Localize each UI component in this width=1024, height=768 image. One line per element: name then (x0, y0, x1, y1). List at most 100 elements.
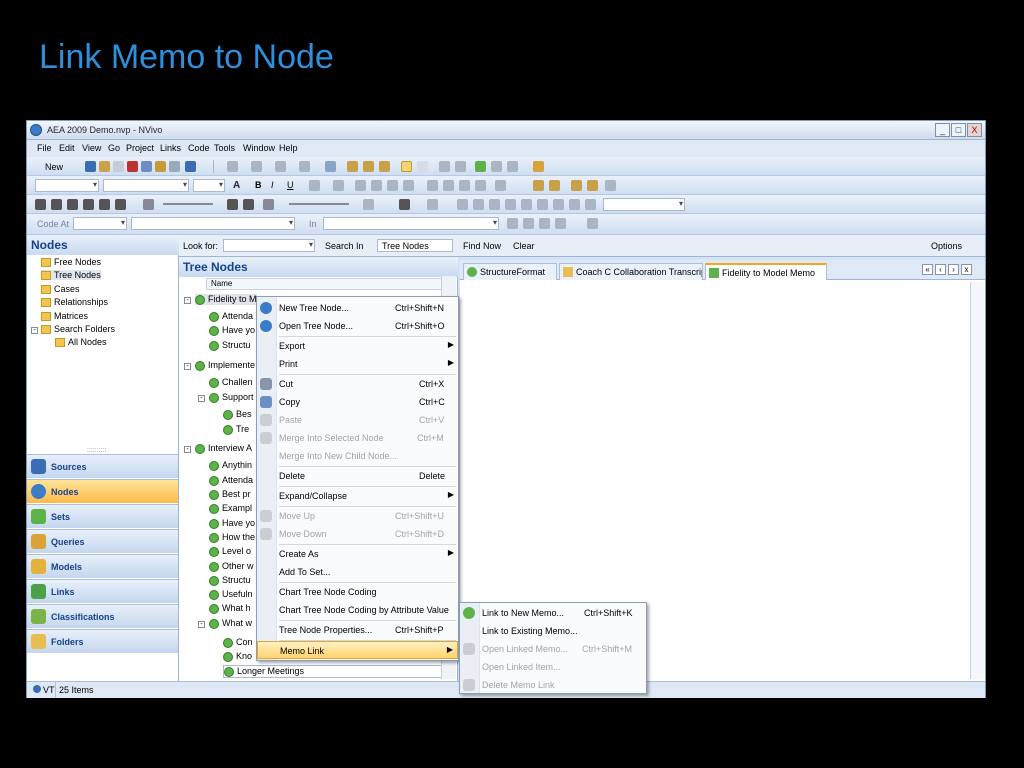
tree-row-editing[interactable]: Longer Meetings (223, 665, 453, 678)
fill-icon[interactable] (333, 180, 344, 191)
tree-row[interactable]: Fidelity to M (195, 294, 257, 305)
minimize-button[interactable]: _ (935, 123, 950, 137)
node-icon[interactable] (475, 161, 486, 172)
search-icon[interactable] (455, 161, 466, 172)
tree-row[interactable]: Anythin (209, 460, 252, 471)
relationship-icon[interactable] (363, 161, 374, 172)
code-in-vivo-toolbar-icon[interactable] (539, 218, 550, 229)
report-icon[interactable] (379, 161, 390, 172)
menu-export[interactable]: Export ▶ (257, 337, 458, 355)
sort-icon[interactable] (299, 161, 310, 172)
options-button[interactable]: Options (931, 241, 962, 251)
submenu-open-linked-memo[interactable]: Open Linked Memo... Ctrl+Shift+M (460, 640, 646, 658)
workspace-links[interactable]: Links (27, 579, 178, 603)
grid-icon-7[interactable] (553, 199, 564, 210)
menu-expand-collapse[interactable]: Expand/Collapse ▶ (257, 487, 458, 505)
submenu-link-new-memo[interactable]: Link to New Memo... Ctrl+Shift+K (460, 604, 646, 622)
tab-prev-button[interactable]: ‹ (935, 264, 946, 275)
link-icon[interactable] (491, 161, 502, 172)
layout-combo[interactable] (603, 198, 685, 211)
tree-row[interactable]: Bes (223, 409, 252, 420)
zoom-icon[interactable] (275, 161, 286, 172)
tree-row[interactable]: Interview A (195, 443, 252, 454)
menu-add-to-set[interactable]: Add To Set... (257, 563, 458, 581)
find-icon[interactable] (439, 161, 450, 172)
workspace-nodes[interactable]: Nodes (27, 479, 178, 503)
look-for-input[interactable] (223, 239, 315, 252)
cut-icon[interactable] (127, 161, 138, 172)
code-in-vivo-icon[interactable] (571, 180, 582, 191)
undo-icon[interactable] (185, 161, 196, 172)
splitter-grip[interactable]: :::::::::: (87, 447, 106, 454)
menu-paste[interactable]: Paste Ctrl+V (257, 411, 458, 429)
justify-icon[interactable] (403, 180, 414, 191)
collapse-icon[interactable]: - (184, 446, 191, 453)
uncode-icon[interactable] (549, 180, 560, 191)
grid-icon-8[interactable] (569, 199, 580, 210)
tree-row[interactable]: What h (209, 603, 251, 614)
tree-row[interactable]: What w (209, 618, 252, 629)
bar-chart-icon[interactable] (533, 161, 544, 172)
new-button[interactable]: New (45, 162, 63, 172)
menu-chart-coding-attribute[interactable]: Chart Tree Node Coding by Attribute Valu… (257, 601, 458, 619)
workspace-classifications[interactable]: Classifications (27, 604, 178, 628)
menu-memo-link[interactable]: Memo Link ▶ (257, 641, 458, 659)
uncode-selection-icon[interactable] (587, 218, 598, 229)
column-header-name[interactable]: Name (206, 278, 456, 290)
workspace-folders[interactable]: Folders (27, 629, 178, 653)
menu-properties[interactable]: Tree Node Properties... Ctrl+Shift+P (257, 621, 458, 639)
style-combo[interactable] (35, 179, 99, 192)
list-view-icon[interactable] (227, 161, 238, 172)
clear-button[interactable]: Clear (513, 241, 535, 251)
document-scrollbar[interactable] (970, 282, 984, 679)
bold-icon[interactable]: B (255, 180, 262, 190)
print-icon[interactable] (113, 161, 124, 172)
size-combo[interactable] (193, 179, 225, 192)
grid-icon-3[interactable] (489, 199, 500, 210)
align-center-icon[interactable] (371, 180, 382, 191)
code-at-type-combo[interactable] (73, 217, 127, 230)
search-scope-field[interactable]: Tree Nodes (377, 239, 453, 252)
menu-window[interactable]: Window (243, 143, 275, 153)
title-bar[interactable]: AEA 2009 Demo.nvp - NVivo _ □ X (27, 121, 985, 140)
coding-stripes-icon[interactable] (417, 161, 428, 172)
workspace-queries[interactable]: Queries (27, 529, 178, 553)
code-in-combo[interactable] (323, 217, 499, 230)
erase-icon[interactable] (605, 180, 616, 191)
italic-icon[interactable]: I (271, 180, 274, 190)
workspace-sets[interactable]: Sets (27, 504, 178, 528)
back-icon[interactable] (83, 199, 94, 210)
forward-icon[interactable] (99, 199, 110, 210)
outdent-icon[interactable] (443, 180, 454, 191)
collapse-icon[interactable]: - (184, 363, 191, 370)
mark-start-icon[interactable] (227, 199, 238, 210)
menu-delete[interactable]: Delete Delete (257, 467, 458, 485)
code-selection-icon[interactable] (507, 218, 518, 229)
copy-icon[interactable] (141, 161, 152, 172)
numbering-icon[interactable] (475, 180, 486, 191)
menu-go[interactable]: Go (108, 143, 120, 153)
search-in-button[interactable]: Search In (325, 241, 364, 251)
timeline-slider[interactable] (289, 203, 349, 205)
uncode-toolbar-icon[interactable] (555, 218, 566, 229)
submenu-delete-memo-link[interactable]: Delete Memo Link (460, 676, 646, 694)
indent-icon[interactable] (427, 180, 438, 191)
tree-row[interactable]: Support (209, 392, 254, 403)
menu-cut[interactable]: Cut Ctrl+X (257, 375, 458, 393)
find-now-button[interactable]: Find Now (463, 241, 501, 251)
tree-row[interactable]: Structu (209, 340, 251, 351)
chart-icon[interactable] (325, 161, 336, 172)
menu-open-tree-node[interactable]: Open Tree Node... Ctrl+Shift+O (257, 317, 458, 335)
code-new-icon[interactable] (523, 218, 534, 229)
tree-row[interactable]: Best pr (209, 489, 251, 500)
rewind-icon[interactable] (67, 199, 78, 210)
tab-structure-format[interactable]: StructureFormat (463, 263, 557, 280)
workspace-models[interactable]: Models (27, 554, 178, 578)
nav-item-search-folders[interactable]: - Search Folders (31, 324, 115, 335)
menu-project[interactable]: Project (126, 143, 154, 153)
save-icon[interactable] (85, 161, 96, 172)
line-icon[interactable] (309, 180, 320, 191)
insert-row-icon[interactable] (427, 199, 438, 210)
media-play-icon[interactable] (399, 199, 410, 210)
tab-next-button[interactable]: › (948, 264, 959, 275)
